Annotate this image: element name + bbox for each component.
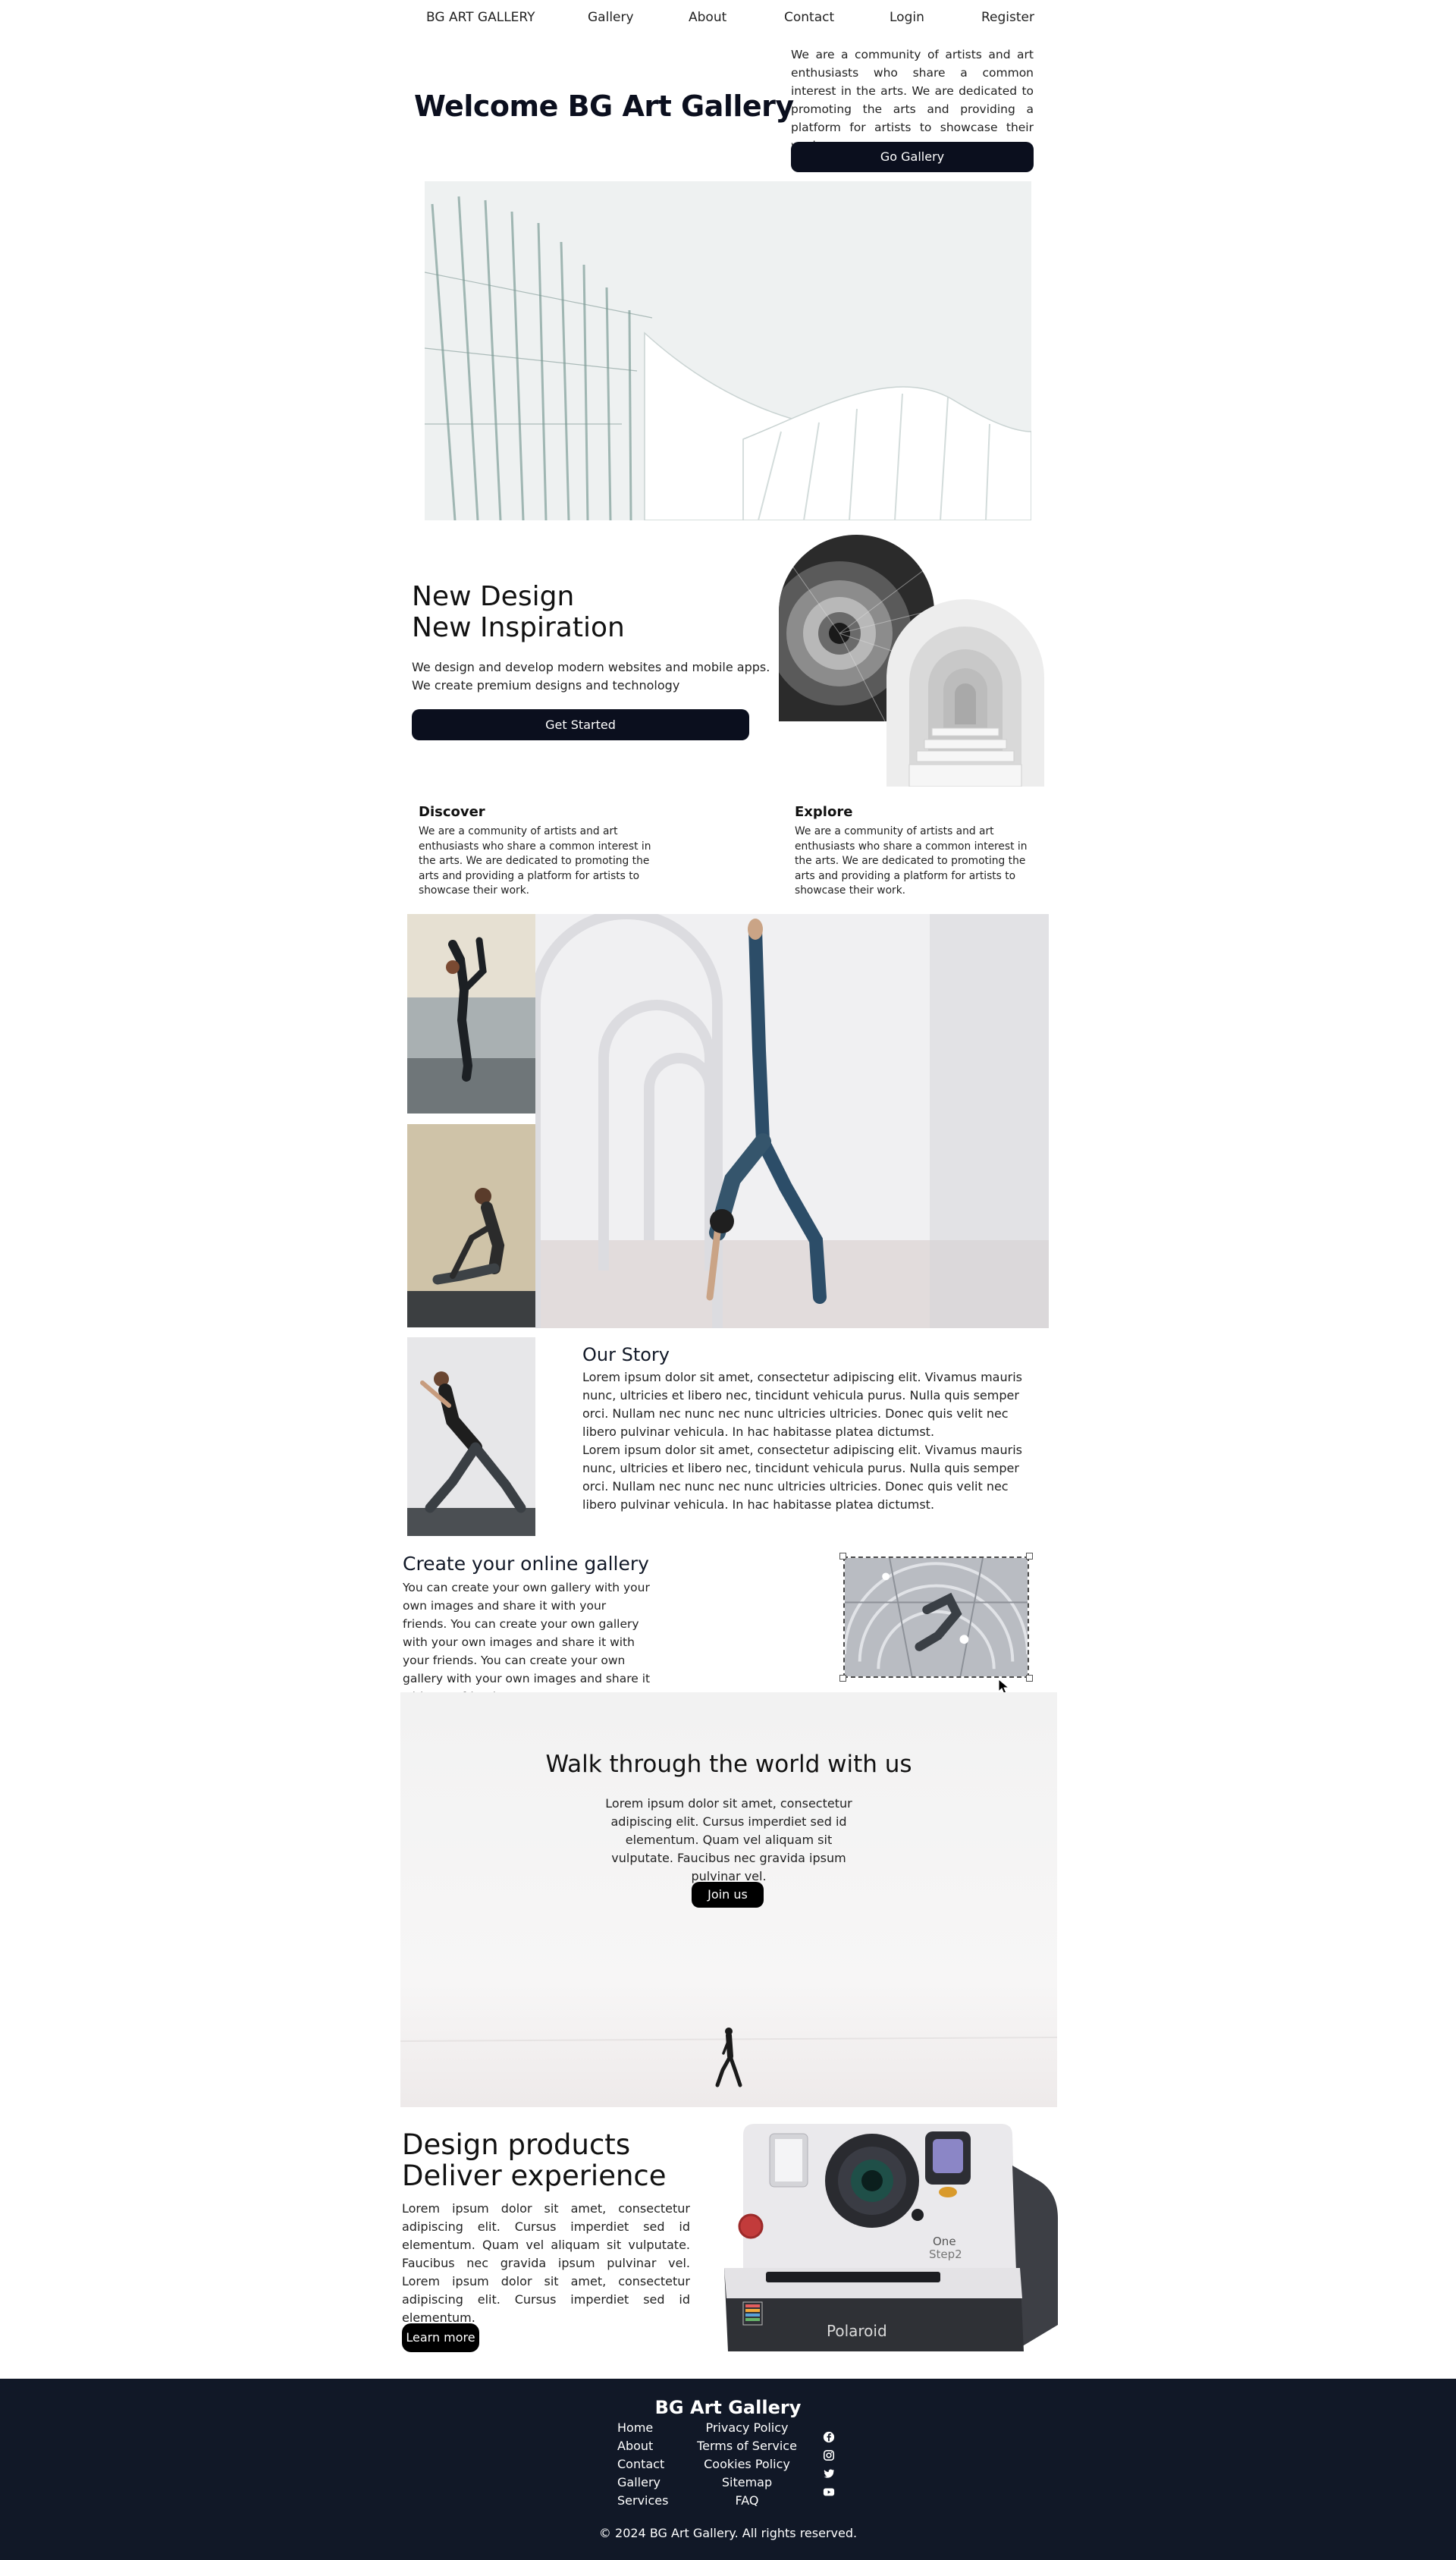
footer-links-col1: Home About Contact Gallery Services [617,2419,668,2510]
footer-link-faq[interactable]: FAQ [690,2492,804,2510]
nav-link-login[interactable]: Login [890,10,924,25]
yoga-seated-image [407,1124,535,1327]
camera-brand-text: Polaroid [827,2322,887,2340]
youtube-icon[interactable] [823,2486,836,2504]
footer-link-cookies[interactable]: Cookies Policy [690,2455,804,2474]
new-design-text: We design and develop modern websites an… [412,658,770,695]
facebook-icon[interactable] [823,2431,836,2449]
yoga-corridor-image [535,914,1049,1328]
feature-discover: Discover We are a community of artists a… [419,804,665,899]
new-design-title-line2: New Inspiration [412,612,625,643]
footer-link-gallery[interactable]: Gallery [617,2474,668,2492]
feature-explore: Explore We are a community of artists an… [795,804,1041,899]
story-title: Our Story [582,1344,670,1365]
story-text: Lorem ipsum dolor sit amet, consectetur … [582,1368,1030,1514]
go-gallery-button[interactable]: Go Gallery [791,142,1034,172]
footer-link-sitemap[interactable]: Sitemap [690,2474,804,2492]
feature-title: Discover [419,804,485,820]
get-started-button[interactable]: Get Started [412,709,749,740]
products-title: Design products Deliver experience [402,2129,667,2191]
hero-title: Welcome BG Art Gallery [414,90,794,123]
nav-link-gallery[interactable]: Gallery [588,10,634,25]
yoga-stretch-image [407,1337,535,1536]
create-gallery-title: Create your online gallery [403,1553,649,1575]
nav-brand[interactable]: BG ART GALLERY [426,10,535,25]
walk-text: Lorem ipsum dolor sit amet, consectetur … [605,1796,852,1883]
new-design-title: New Design New Inspiration [412,581,625,643]
camera-model-text: Step2 [929,2247,962,2261]
footer-social-icons [823,2431,836,2504]
learn-more-button[interactable]: Learn more [402,2323,479,2352]
products-title-line2: Deliver experience [402,2160,667,2192]
footer-link-home[interactable]: Home [617,2419,668,2437]
story-paragraph: Lorem ipsum dolor sit amet, consectetur … [582,1370,1022,1439]
footer-brand: BG Art Gallery [654,2397,802,2418]
footer-link-terms[interactable]: Terms of Service [690,2437,804,2455]
new-design-text-line2: We create premium designs and technology [412,678,680,693]
footer-link-services[interactable]: Services [617,2492,668,2510]
hero-architecture-image [425,181,1031,520]
story-paragraph: Lorem ipsum dolor sit amet, consectetur … [582,1443,1022,1512]
footer-link-about[interactable]: About [617,2437,668,2455]
footer-link-privacy[interactable]: Privacy Policy [690,2419,804,2437]
nav-link-about[interactable]: About [689,10,726,25]
instagram-icon[interactable] [823,2449,836,2467]
twitter-icon[interactable] [823,2467,836,2486]
polaroid-camera-image: Polaroid One Step2 [720,2120,1062,2359]
new-design-text-line1: We design and develop modern websites an… [412,660,770,674]
footer-link-contact[interactable]: Contact [617,2455,668,2474]
resize-handle[interactable] [839,1675,846,1682]
resize-handle[interactable] [1026,1675,1033,1682]
nav-link-contact[interactable]: Contact [784,10,834,25]
feature-text: We are a community of artists and art en… [795,825,1028,897]
feature-title: Explore [795,804,853,820]
arch-corridor-image [886,599,1044,787]
walk-title: Walk through the world with us [545,1751,912,1778]
nav-link-register[interactable]: Register [981,10,1034,25]
walking-person-figure [713,2026,743,2088]
create-gallery-text: You can create your own gallery with you… [403,1581,651,1704]
new-design-title-line1: New Design [412,581,575,612]
resize-handle[interactable] [1026,1553,1033,1560]
products-text: Lorem ipsum dolor sit amet, consectetur … [402,2201,690,2325]
hero-description: We are a community of artists and art en… [791,48,1034,152]
footer-links-col2: Privacy Policy Terms of Service Cookies … [690,2419,804,2510]
footer-copyright: © 2024 BG Art Gallery. All rights reserv… [598,2526,858,2540]
footer: BG Art Gallery Home About Contact Galler… [0,2379,1456,2560]
join-us-button[interactable]: Join us [692,1882,764,1908]
feature-text: We are a community of artists and art en… [419,825,651,897]
yoga-standing-image [407,914,535,1114]
gallery-upload-image[interactable] [839,1553,1033,1695]
products-title-line1: Design products [402,2128,631,2161]
resize-handle[interactable] [839,1553,846,1560]
camera-model-text: One [933,2235,956,2248]
